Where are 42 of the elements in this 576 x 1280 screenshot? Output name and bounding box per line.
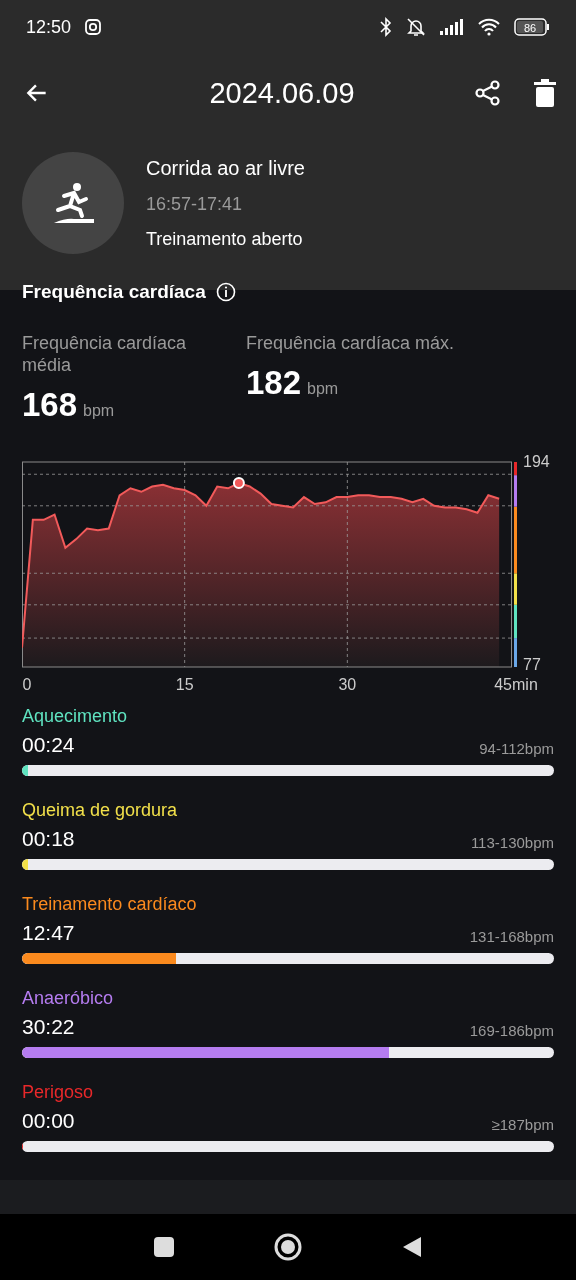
zone-duration: 00:24 — [22, 733, 75, 757]
zone-duration: 00:18 — [22, 827, 75, 851]
muted-bell-icon — [406, 17, 426, 37]
max-marker — [232, 477, 245, 490]
zone-name: Aquecimento — [22, 706, 129, 727]
stat-label: Frequência cardíaca média — [22, 332, 188, 376]
zone-duration: 00:00 — [22, 1109, 75, 1133]
info-icon[interactable] — [215, 282, 236, 302]
stat-unit: bpm — [83, 402, 115, 420]
stat-unit: bpm — [307, 380, 339, 398]
date-title: 2024.06.09 — [208, 76, 356, 110]
activity-name: Corrida ao ar livre — [146, 156, 305, 180]
stat-value: 168 — [22, 386, 78, 424]
wifi-icon — [478, 18, 500, 36]
zone-duration: 12:47 — [22, 921, 75, 945]
camera-app-icon — [85, 19, 102, 35]
axis-label: 77 — [523, 656, 541, 673]
status-time: 12:50 — [26, 16, 72, 38]
stat-value: 182 — [246, 364, 302, 402]
axis-label: 194 — [523, 453, 550, 470]
zone-range: 131-168bpm — [469, 928, 554, 945]
section-title: Frequência cardíaca — [22, 281, 206, 303]
zone-range: 94-112bpm — [479, 740, 554, 757]
axis-label: 15 — [175, 676, 194, 693]
axis-label: 30 — [338, 676, 357, 693]
stat-label: Frequência cardíaca máx. — [246, 332, 456, 354]
zone-name: Perigoso — [22, 1082, 95, 1103]
axis-label: 45min — [494, 676, 538, 693]
zone-name: Anaeróbico — [22, 988, 115, 1009]
zone-name: Queima de gordura — [22, 800, 179, 821]
signal-icon — [440, 19, 464, 35]
zone-name: Treinamento cardíaco — [22, 894, 198, 915]
zone-range: 169-186bpm — [469, 1022, 554, 1039]
activity-mode: Treinamento aberto — [146, 228, 304, 250]
zone-duration: 30:22 — [22, 1015, 75, 1039]
axis-label: 0 — [22, 676, 32, 693]
zone-range: ≥187bpm — [491, 1116, 554, 1133]
activity-time: 16:57-17:41 — [146, 193, 244, 215]
battery-icon: 86 — [514, 18, 550, 36]
bluetooth-icon — [380, 17, 392, 37]
runner-icon — [52, 182, 94, 224]
zone-range: 113-130bpm — [470, 834, 554, 851]
